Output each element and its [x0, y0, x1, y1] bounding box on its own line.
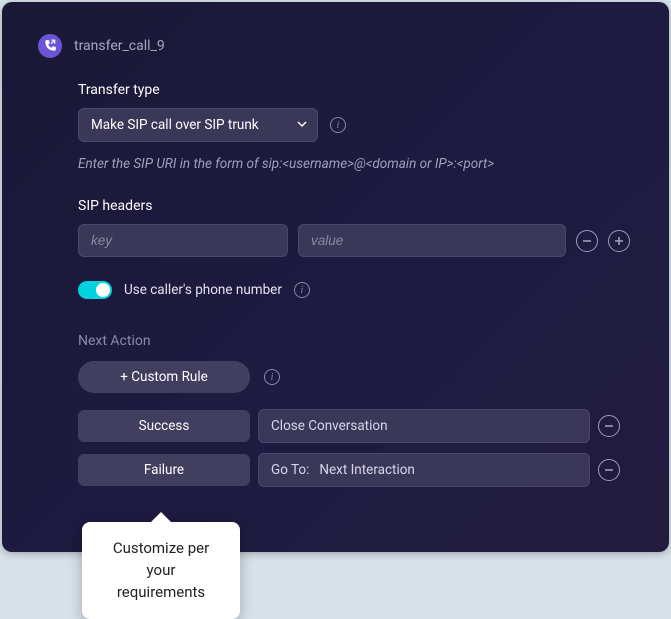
sip-header-value-input[interactable]	[298, 224, 566, 257]
next-action-label: Next Action	[78, 333, 633, 349]
transfer-type-select[interactable]: Make SIP call over SIP trunk	[78, 108, 318, 142]
action-value: Close Conversation	[271, 418, 388, 434]
panel-header: transfer_call_9	[38, 34, 633, 58]
phone-transfer-icon	[38, 34, 62, 58]
action-row-failure: Failure Go To: Next Interaction	[78, 453, 633, 487]
info-icon[interactable]: i	[330, 117, 346, 133]
failure-action-select[interactable]: Go To: Next Interaction	[258, 453, 590, 487]
action-row-success: Success Close Conversation	[78, 409, 633, 443]
action-label: Success	[78, 410, 250, 442]
info-icon[interactable]: i	[294, 282, 310, 298]
sip-uri-hint: Enter the SIP URI in the form of sip:<us…	[78, 156, 633, 172]
transfer-call-panel: transfer_call_9 Transfer type Make SIP c…	[2, 2, 669, 552]
use-caller-label: Use caller's phone number	[124, 282, 282, 298]
add-header-button[interactable]	[608, 230, 630, 252]
sip-headers-label: SIP headers	[78, 198, 633, 214]
goto-prefix: Go To:	[271, 462, 309, 478]
remove-action-button[interactable]	[598, 459, 620, 481]
remove-action-button[interactable]	[598, 415, 620, 437]
toggle-knob	[96, 283, 110, 297]
sip-header-key-input[interactable]	[78, 224, 288, 257]
tooltip: Customize per your requirements	[82, 522, 240, 619]
action-label: Failure	[78, 454, 250, 486]
use-caller-toggle[interactable]	[78, 281, 112, 299]
custom-rule-button[interactable]: + Custom Rule	[78, 361, 250, 393]
tooltip-text: Customize per your requirements	[113, 539, 209, 601]
success-action-select[interactable]: Close Conversation	[258, 409, 590, 443]
chevron-down-icon	[297, 117, 307, 133]
transfer-type-label: Transfer type	[78, 82, 633, 98]
transfer-type-selected: Make SIP call over SIP trunk	[91, 117, 259, 133]
remove-header-button[interactable]	[576, 230, 598, 252]
info-icon[interactable]: i	[264, 369, 280, 385]
node-title: transfer_call_9	[74, 38, 165, 54]
action-value: Next Interaction	[319, 462, 415, 478]
